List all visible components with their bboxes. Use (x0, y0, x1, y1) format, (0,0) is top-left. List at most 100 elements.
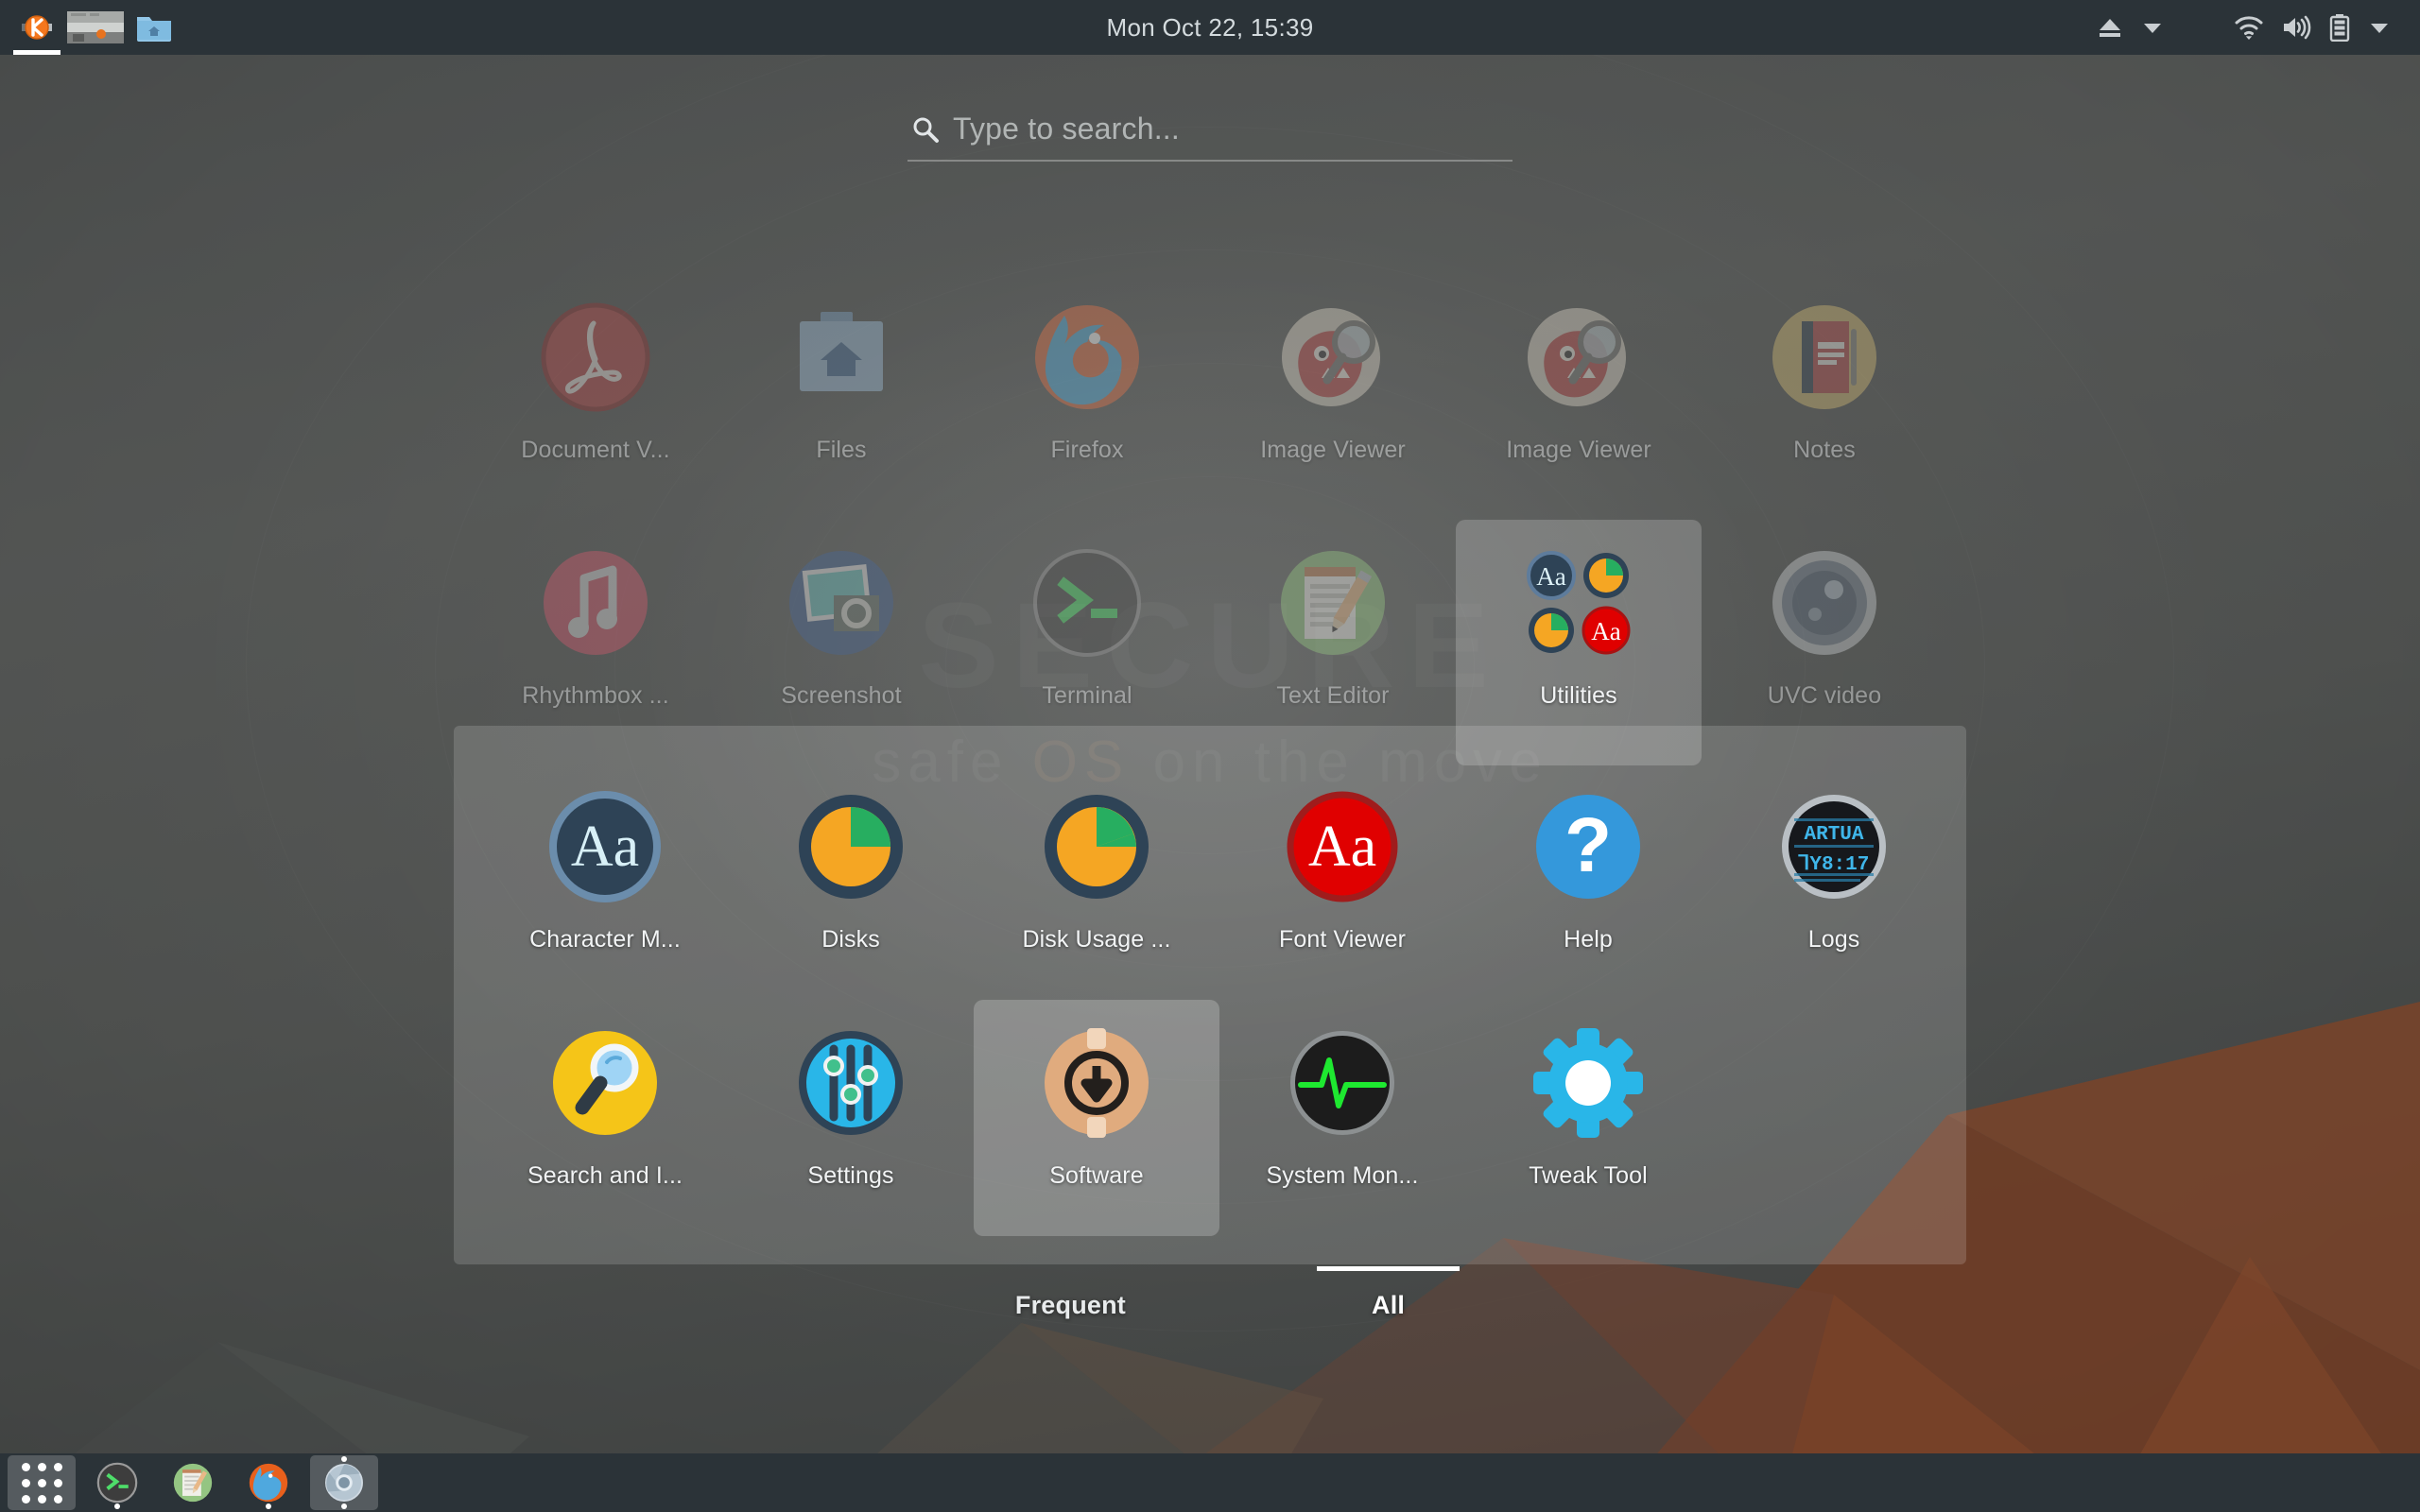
show-applications-button[interactable] (8, 1455, 76, 1510)
files-folder-icon (137, 17, 171, 42)
settings-icon (785, 1017, 917, 1149)
app-label: Help (1564, 926, 1613, 953)
svg-text:?: ? (1564, 802, 1612, 888)
app-item-font-viewer[interactable]: Aa Font Viewer (1219, 764, 1465, 1000)
wifi-glyph (2235, 16, 2263, 40)
volume-icon[interactable] (2273, 0, 2320, 55)
app-item-help[interactable]: ? Help (1465, 764, 1711, 1000)
app-label: Rhythmbox ... (522, 682, 669, 709)
svg-text:Aa: Aa (1308, 815, 1376, 879)
view-selector: Frequent All (0, 1266, 2420, 1330)
app-label: Screenshot (781, 682, 902, 709)
app-folder-label: Utilities (1540, 682, 1617, 709)
folder-row: Search and I... Settings Software System… (454, 1000, 1966, 1236)
eject-glyph (2100, 19, 2120, 37)
apps-grid-icon (21, 1462, 62, 1503)
chevron-down-glyph-2 (2371, 24, 2388, 33)
app-label: Disk Usage ... (1022, 926, 1171, 953)
disks-icon (785, 781, 917, 913)
svg-text:⅂Y8:17: ⅂Y8:17 (1798, 854, 1870, 876)
battery-icon[interactable] (2320, 0, 2360, 55)
dock-item-terminal[interactable] (83, 1455, 151, 1510)
app-item-disks[interactable]: Disks (728, 764, 974, 1000)
app-item-firefox[interactable]: Firefox (964, 274, 1210, 520)
window-indicator-dot (341, 1456, 347, 1462)
app-label: Search and I... (527, 1162, 683, 1189)
chevron-down-glyph (2144, 24, 2161, 33)
app-label: Character M... (529, 926, 681, 953)
window-button-image-viewer[interactable] (66, 0, 125, 55)
wifi-icon[interactable] (2225, 0, 2273, 55)
app-item-software[interactable]: Software (974, 1000, 1219, 1236)
app-item-image-viewer-2[interactable]: Image Viewer (1456, 274, 1702, 520)
app-label: Firefox (1050, 437, 1124, 463)
screenshot-icon (775, 537, 908, 669)
app-item-document-viewer[interactable]: Document V... (473, 274, 718, 520)
svg-text:Aa: Aa (1536, 562, 1565, 591)
app-item-notes[interactable]: Notes (1702, 274, 1947, 520)
app-label: Files (816, 437, 867, 463)
notes-icon (1758, 291, 1891, 423)
dock-item-text-editor[interactable] (159, 1455, 227, 1510)
svg-text:ARTUA: ARTUA (1804, 824, 1863, 846)
search-area[interactable]: Type to search... (908, 106, 1512, 162)
dock-taskbar (0, 1453, 2420, 1512)
app-item-files[interactable]: Files (718, 274, 964, 520)
font-viewer-icon: Aa (1276, 781, 1409, 913)
image-viewer-icon (1267, 291, 1399, 423)
software-icon (1030, 1017, 1163, 1149)
folder-row: Aa Character M... Disks Disk Usage ... A… (454, 764, 1966, 1000)
app-label: Text Editor (1276, 682, 1390, 709)
app-item-search-and-index[interactable]: Search and I... (482, 1000, 728, 1236)
app-item-settings[interactable]: Settings (728, 1000, 974, 1236)
svg-text:Aa: Aa (1591, 617, 1620, 645)
svg-text:Aa: Aa (571, 815, 639, 879)
eject-icon[interactable] (2087, 0, 2133, 55)
app-item-logs[interactable]: ARTUA ⅂Y8:17 Logs (1711, 764, 1957, 1000)
tab-frequent[interactable]: Frequent (977, 1266, 1164, 1330)
image-viewer-icon (1512, 291, 1645, 423)
app-label: Document V... (521, 437, 670, 463)
clock-area: Mon Oct 22, 15:39 (0, 0, 2420, 55)
app-label: Disks (821, 926, 880, 953)
clock-label[interactable]: Mon Oct 22, 15:39 (1106, 13, 1313, 43)
search-input[interactable]: Type to search... (908, 106, 1512, 162)
volume-glyph (2284, 15, 2311, 40)
dock-item-chromium[interactable] (310, 1455, 378, 1510)
chevron-down-icon-2[interactable] (2360, 0, 2399, 55)
app-label: System Mon... (1266, 1162, 1419, 1189)
chevron-down-icon[interactable] (2133, 0, 2172, 55)
app-item-tweak-tool[interactable]: Tweak Tool (1465, 1000, 1711, 1236)
disk-usage-icon (1030, 781, 1163, 913)
app-label: Image Viewer (1260, 437, 1406, 463)
character-map-icon: Aa (539, 781, 671, 913)
logs-icon: ARTUA ⅂Y8:17 (1768, 781, 1900, 913)
files-icon (775, 291, 908, 423)
window-button-files[interactable] (125, 0, 183, 55)
window-list (0, 0, 183, 55)
text-editor-icon (173, 1463, 213, 1503)
app-item-character-map[interactable]: Aa Character M... (482, 764, 728, 1000)
tab-all[interactable]: All (1316, 1266, 1461, 1330)
text-editor-icon (1267, 537, 1399, 669)
folder-popup-utilities: Aa Character M... Disks Disk Usage ... A… (454, 726, 1966, 1264)
running-indicator-dot (266, 1503, 271, 1509)
app-item-image-viewer-1[interactable]: Image Viewer (1210, 274, 1456, 520)
top-bar: Mon Oct 22, 15:39 (0, 0, 2420, 55)
app-label: Terminal (1042, 682, 1132, 709)
system-status-area[interactable] (2087, 0, 2420, 55)
running-indicator-dot (114, 1503, 120, 1509)
dock-item-firefox[interactable] (234, 1455, 302, 1510)
app-label: UVC video (1767, 682, 1882, 709)
app-label: Settings (807, 1162, 894, 1189)
chromium-icon (325, 1464, 363, 1502)
firefox-icon (249, 1463, 288, 1503)
app-label: Logs (1807, 926, 1860, 953)
app-item-system-monitor[interactable]: System Mon... (1219, 1000, 1465, 1236)
battery-glyph (2329, 14, 2350, 42)
app-item-disk-usage-analyzer[interactable]: Disk Usage ... (974, 764, 1219, 1000)
window-button-krita[interactable] (8, 0, 66, 55)
krita-window-icon (22, 15, 52, 40)
tweak-tool-icon (1522, 1017, 1654, 1149)
help-icon: ? (1522, 781, 1654, 913)
